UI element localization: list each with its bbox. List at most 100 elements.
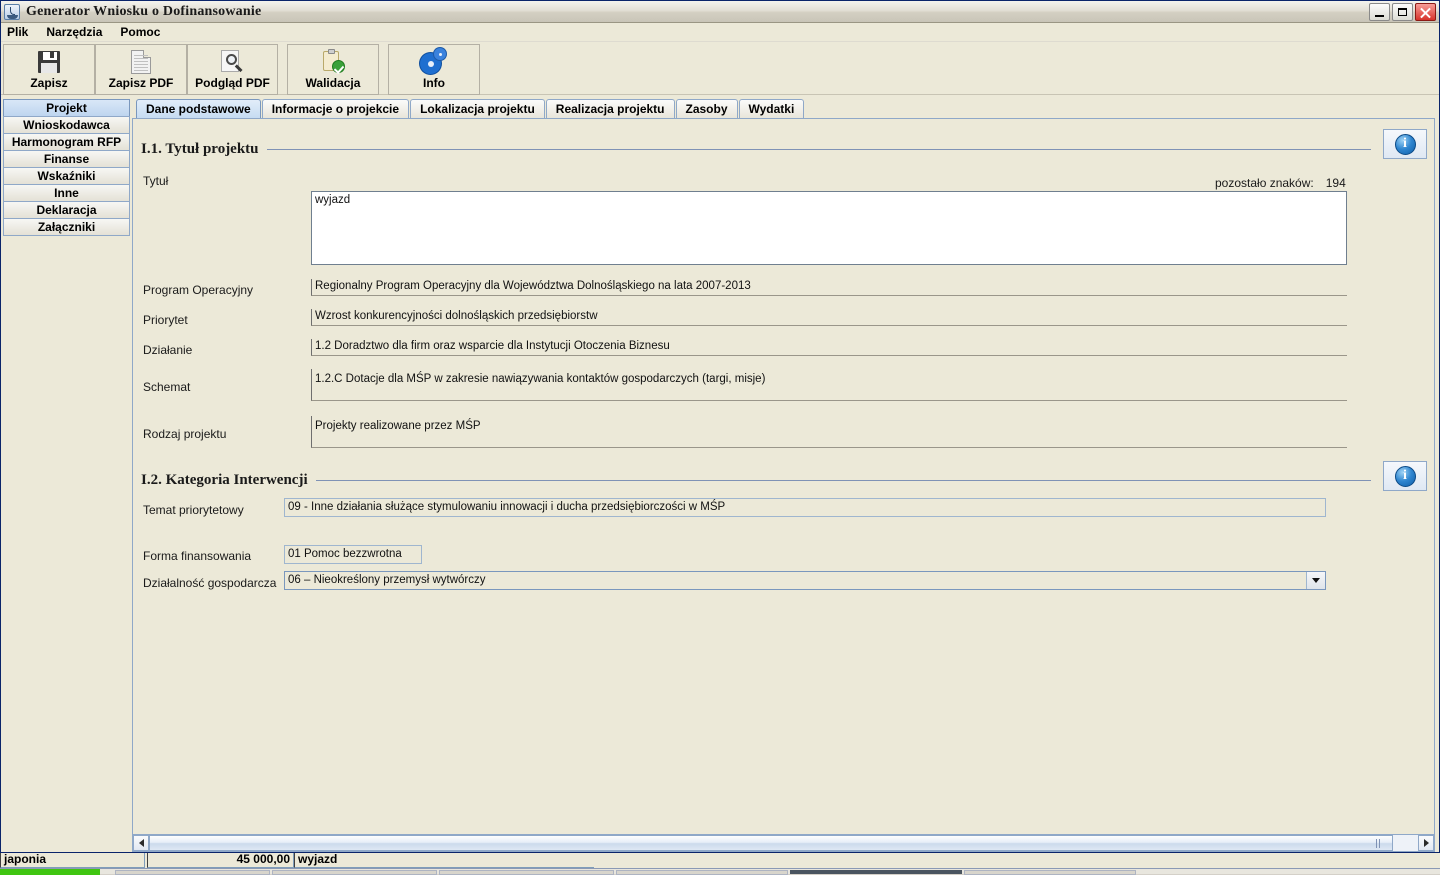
- sidebar: Projekt Wnioskodawca Harmonogram RFP Fin…: [1, 95, 132, 852]
- dzialalnosc-gospodarcza-combobox[interactable]: 06 – Nieokreślony przemysł wytwórczy: [284, 571, 1326, 590]
- scrollbar-track[interactable]: [149, 835, 1418, 851]
- tab-dane-podstawowe[interactable]: Dane podstawowe: [136, 99, 261, 118]
- combobox-value: 06 – Nieokreślony przemysł wytwórczy: [288, 574, 486, 586]
- label-temat-priorytetowy: Temat priorytetowy: [143, 503, 244, 517]
- minimize-button[interactable]: [1369, 3, 1390, 21]
- validate-button[interactable]: Walidacja: [287, 44, 379, 95]
- application-window: Generator Wniosku o Dofinansowanie Plik …: [0, 0, 1440, 853]
- tab-label: Zasoby: [685, 102, 728, 116]
- info-help-button-section1[interactable]: i: [1383, 129, 1427, 159]
- taskbar-green-indicator: [0, 869, 100, 875]
- section-heading-tytul-projektu: I.1. Tytuł projektu: [141, 141, 1371, 158]
- horizontal-scrollbar[interactable]: [133, 834, 1434, 851]
- document-magnifier-icon: [220, 50, 245, 74]
- restore-button[interactable]: [1392, 3, 1413, 21]
- validate-button-label: Walidacja: [305, 76, 361, 90]
- tab-lokalizacja-projektu[interactable]: Lokalizacja projektu: [410, 99, 545, 118]
- label-dzialanie: Działanie: [143, 343, 193, 357]
- schemat-value: 1.2.C Dotacje dla MŚP w zakresie nawiązy…: [311, 369, 1347, 401]
- menu-bar: Plik Narzędzia Pomoc: [1, 23, 1439, 42]
- tab-informacje-o-projekcie[interactable]: Informacje o projekcie: [261, 99, 410, 118]
- sidebar-item-label: Harmonogram RFP: [11, 135, 122, 149]
- taskbar-segment: [115, 870, 270, 875]
- forma-finansowania-value: 01 Pomoc bezzwrotna: [284, 545, 422, 564]
- section-rule: [266, 149, 1371, 150]
- info-icon: i: [1394, 133, 1416, 155]
- label-rodzaj-projektu: Rodzaj projektu: [143, 427, 227, 441]
- sidebar-item-zalaczniki[interactable]: Załączniki: [3, 218, 130, 236]
- char-counter-label: pozostało znaków:: [1215, 176, 1314, 190]
- sidebar-item-finanse[interactable]: Finanse: [3, 150, 130, 168]
- project-title-textarea[interactable]: wyjazd: [311, 191, 1347, 265]
- taskbar-segment: [964, 870, 1136, 875]
- sidebar-item-deklaracja[interactable]: Deklaracja: [3, 201, 130, 219]
- taskbar-segment: [272, 870, 437, 875]
- sidebar-item-inne[interactable]: Inne: [3, 184, 130, 202]
- info-button[interactable]: Info: [388, 44, 480, 95]
- arrow-left-icon[interactable]: [133, 835, 149, 851]
- sidebar-item-wskazniki[interactable]: Wskaźniki: [3, 167, 130, 185]
- info-button-label: Info: [423, 76, 445, 90]
- menu-item-pomoc[interactable]: Pomoc: [120, 24, 168, 40]
- label-dzialalnosc-gospodarcza: Działalność gospodarcza: [143, 576, 277, 590]
- info-icon: i: [1394, 465, 1416, 487]
- label-tytul: Tytuł: [143, 174, 169, 188]
- info-help-button-section2[interactable]: i: [1383, 461, 1427, 491]
- sidebar-item-wnioskodawca[interactable]: Wnioskodawca: [3, 116, 130, 134]
- tab-strip: Dane podstawowe Informacje o projekcie L…: [132, 99, 1435, 118]
- pdf-document-icon: [131, 50, 151, 74]
- save-button-label: Zapisz: [30, 76, 68, 90]
- tab-label: Lokalizacja projektu: [420, 102, 535, 116]
- body-area: Projekt Wnioskodawca Harmonogram RFP Fin…: [1, 95, 1439, 852]
- chevron-down-icon[interactable]: [1306, 572, 1325, 589]
- floppy-disk-icon: [38, 51, 60, 73]
- tab-zasoby[interactable]: Zasoby: [675, 99, 738, 118]
- char-counter: pozostało znaków: 194: [1215, 176, 1346, 190]
- program-operacyjny-value: Regionalny Program Operacyjny dla Wojewó…: [311, 279, 1347, 296]
- sidebar-item-label: Inne: [54, 186, 79, 200]
- label-schemat: Schemat: [143, 380, 191, 394]
- section-heading-label: I.1. Tytuł projektu: [141, 141, 259, 157]
- preview-pdf-button[interactable]: Podgląd PDF: [187, 44, 278, 95]
- taskbar-active-segment: [790, 870, 962, 874]
- tab-wydatki[interactable]: Wydatki: [738, 99, 805, 118]
- background-taskbar: [0, 868, 1440, 875]
- dzialanie-value: 1.2 Doradztwo dla firm oraz wsparcie dla…: [311, 339, 1347, 356]
- arrow-right-icon[interactable]: [1418, 835, 1434, 851]
- menu-item-plik[interactable]: Plik: [7, 24, 36, 40]
- tab-label: Wydatki: [748, 102, 795, 116]
- window-title: Generator Wniosku o Dofinansowanie: [26, 3, 262, 19]
- close-button[interactable]: [1415, 3, 1436, 21]
- tab-label: Realizacja projektu: [555, 102, 665, 116]
- toolbar: Zapisz Zapisz PDF Podgląd PDF Walidacja …: [1, 42, 1439, 95]
- java-coffee-icon: [4, 3, 20, 20]
- section-heading-label: I.2. Kategoria Interwencji: [141, 472, 308, 488]
- menu-item-narzedzia[interactable]: Narzędzia: [46, 24, 110, 40]
- tab-label: Dane podstawowe: [146, 102, 251, 116]
- sidebar-item-harmonogram-rfp[interactable]: Harmonogram RFP: [3, 133, 130, 151]
- sidebar-item-label: Wnioskodawca: [23, 118, 110, 132]
- section-heading-kategoria-interwencji: I.2. Kategoria Interwencji: [141, 472, 1371, 489]
- sidebar-item-label: Finanse: [43, 152, 90, 166]
- taskbar-segment: [439, 870, 614, 875]
- preview-pdf-button-label: Podgląd PDF: [195, 76, 270, 90]
- taskbar-segment: [616, 870, 788, 875]
- tab-realizacja-projektu[interactable]: Realizacja projektu: [545, 99, 675, 118]
- title-bar: Generator Wniosku o Dofinansowanie: [1, 1, 1439, 23]
- scrollbar-thumb[interactable]: [149, 835, 1393, 851]
- save-button[interactable]: Zapisz: [3, 44, 95, 95]
- save-pdf-button-label: Zapisz PDF: [108, 76, 174, 90]
- sidebar-item-label: Projekt: [46, 101, 87, 115]
- label-forma-finansowania: Forma finansowania: [143, 549, 252, 563]
- tab-content-dane-podstawowe: I.1. Tytuł projektu i Tytuł pozostało zn…: [132, 118, 1435, 852]
- label-program-operacyjny: Program Operacyjny: [143, 283, 254, 297]
- priorytet-value: Wzrost konkurencyjności dolnośląskich pr…: [311, 309, 1347, 326]
- sidebar-item-projekt[interactable]: Projekt: [3, 99, 130, 117]
- save-pdf-button[interactable]: Zapisz PDF: [95, 44, 187, 95]
- gears-icon: [421, 50, 447, 74]
- window-controls: [1369, 3, 1436, 21]
- scrollbar-grip: [1375, 838, 1382, 848]
- sidebar-item-label: Wskaźniki: [37, 169, 96, 183]
- tab-label: Informacje o projekcie: [271, 102, 400, 116]
- section-rule: [315, 480, 1371, 481]
